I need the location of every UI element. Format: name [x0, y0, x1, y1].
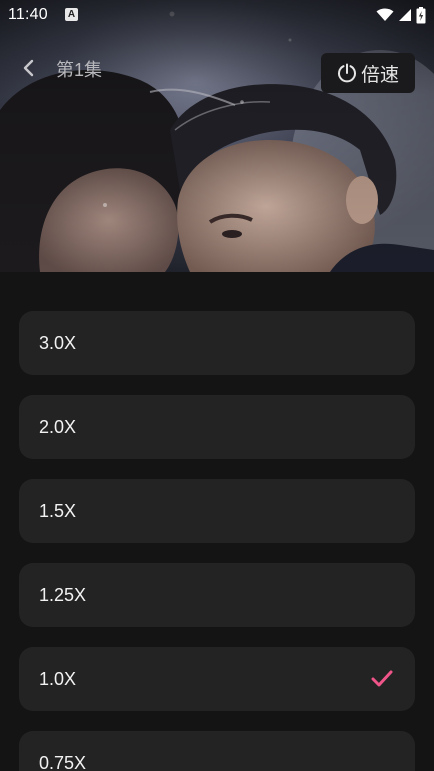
speed-option-label: 3.0X — [39, 333, 77, 353]
speed-option-1-0x[interactable]: 1.0X — [19, 647, 415, 711]
cellular-signal-icon — [399, 9, 411, 21]
speed-option-label: 0.75X — [39, 753, 87, 771]
check-icon — [371, 670, 393, 687]
chevron-left-icon — [23, 59, 34, 77]
speed-option-1-5x[interactable]: 1.5X — [19, 479, 415, 543]
playback-speed-button[interactable]: 倍速 — [321, 53, 415, 93]
video-frame-image — [0, 0, 434, 272]
speed-selection-sheet: 3.0X 2.0X 1.5X 1.25X 1.0X 0.75X — [0, 272, 434, 771]
speed-option-label: 1.0X — [39, 669, 77, 689]
back-button[interactable] — [14, 54, 42, 82]
speed-button-label: 倍速 — [360, 64, 399, 86]
status-bar: 11:40 A — [0, 0, 434, 30]
episode-title: 第1集 — [56, 60, 103, 80]
a-letter-icon: A — [65, 8, 78, 21]
status-icons — [376, 6, 426, 24]
speed-option-3-0x[interactable]: 3.0X — [19, 311, 415, 375]
speed-option-1-25x[interactable]: 1.25X — [19, 563, 415, 627]
speed-option-label: 1.5X — [39, 501, 77, 521]
status-time: 11:40 — [8, 6, 48, 23]
wifi-icon — [376, 8, 394, 21]
speed-option-label: 2.0X — [39, 417, 77, 437]
battery-charging-icon — [416, 6, 426, 23]
video-player[interactable] — [0, 0, 434, 272]
timer-icon — [337, 63, 356, 83]
player-screen: 11:40 A 第1集 倍速 3.0X 2.0X 1.5X 1.25X 1.0X… — [0, 0, 434, 771]
speed-option-label: 1.25X — [39, 585, 87, 605]
speed-option-2-0x[interactable]: 2.0X — [19, 395, 415, 459]
speed-option-0-75x[interactable]: 0.75X — [19, 731, 415, 771]
